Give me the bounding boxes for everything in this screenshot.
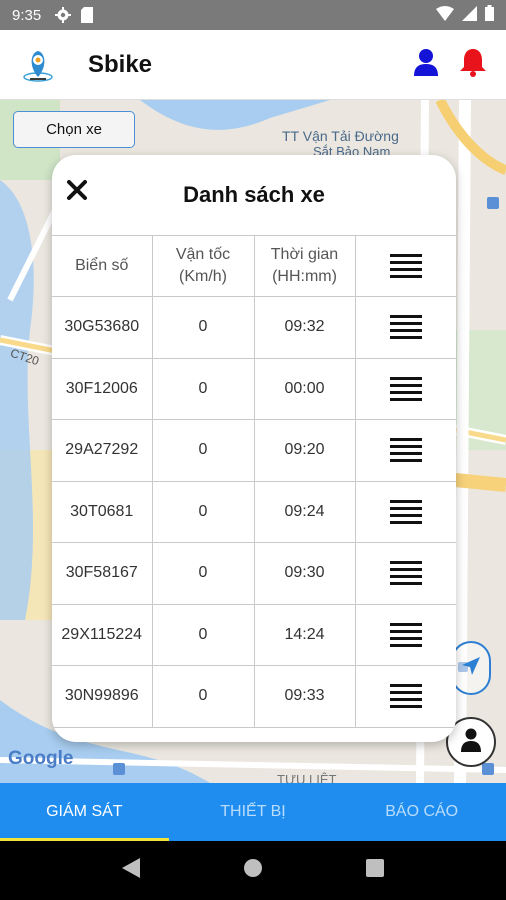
location-arrow-icon [460, 655, 482, 682]
status-time: 9:35 [12, 6, 42, 24]
cell-speed: 0 [151, 542, 255, 605]
header-speed-line2: (Km/h) [179, 268, 227, 285]
table-row[interactable]: 30N99896 0 09:33 [52, 665, 456, 728]
wifi-icon [436, 5, 454, 25]
cell-time: 09:20 [253, 419, 356, 482]
cell-speed: 0 [151, 665, 255, 728]
cell-menu[interactable] [354, 480, 456, 543]
recents-icon[interactable] [366, 859, 385, 882]
menu-icon[interactable] [389, 376, 422, 401]
cell-plate: 29X115224 [52, 603, 153, 666]
tab-devices[interactable]: THIẾT BỊ [169, 783, 338, 841]
menu-icon[interactable] [389, 622, 422, 647]
cell-time: 14:24 [253, 603, 356, 666]
cell-speed: 0 [151, 480, 255, 543]
table-row[interactable]: 30F12006 0 00:00 [52, 357, 456, 420]
bell-icon[interactable] [458, 47, 488, 82]
header-time: Thời gian (HH:mm) [253, 235, 356, 297]
user-icon[interactable] [414, 48, 438, 81]
cell-time: 09:30 [253, 542, 356, 605]
header-plate: Biển số [52, 235, 153, 297]
cell-speed: 0 [151, 419, 255, 482]
cell-menu[interactable] [354, 603, 456, 666]
cell-menu[interactable] [354, 665, 456, 728]
menu-icon[interactable] [389, 684, 422, 709]
cell-menu[interactable] [354, 296, 456, 359]
battery-icon [485, 5, 494, 25]
table-row[interactable]: 29X115224 0 14:24 [52, 603, 456, 666]
map-label: TT Vận Tải Đường [282, 128, 399, 144]
table-row[interactable]: 29A27292 0 09:20 [52, 419, 456, 482]
cell-plate: 30G53680 [52, 296, 153, 359]
map-label: TỰU LIỆT [277, 772, 337, 783]
cell-menu[interactable] [354, 357, 456, 420]
dialog-header: Danh sách xe [52, 155, 456, 235]
sd-card-icon [81, 7, 94, 23]
cell-time: 09:32 [253, 296, 356, 359]
dialog-title: Danh sách xe [183, 182, 325, 207]
person-icon [460, 728, 482, 757]
table-row[interactable]: 30F58167 0 09:30 [52, 542, 456, 605]
cell-plate: 30N99896 [52, 665, 153, 728]
table-header-row: Biển số Vận tốc (Km/h) Thời gian (HH:mm) [52, 235, 456, 297]
cell-plate: 30F58167 [52, 542, 153, 605]
cell-menu[interactable] [354, 542, 456, 605]
system-nav-bar [0, 841, 506, 900]
vehicle-table: Biển số Vận tốc (Km/h) Thời gian (HH:mm)… [52, 235, 456, 728]
header-time-line2: (HH:mm) [272, 268, 337, 285]
header-time-line1: Thời gian [270, 246, 339, 263]
settings-icon [55, 7, 72, 23]
header-speed: Vận tốc (Km/h) [151, 235, 255, 297]
tab-monitor[interactable]: GIÁM SÁT [0, 783, 169, 841]
menu-icon[interactable] [389, 499, 422, 524]
close-icon[interactable] [64, 177, 90, 203]
cell-menu[interactable] [354, 419, 456, 482]
app-title: Sbike [88, 50, 153, 78]
header-menu [354, 235, 456, 297]
location-button[interactable] [451, 641, 491, 695]
cell-time: 09:24 [253, 480, 356, 543]
home-icon[interactable] [243, 858, 263, 883]
menu-icon[interactable] [389, 315, 422, 340]
header-speed-line1: Vận tốc [175, 246, 231, 263]
app-logo [18, 45, 58, 85]
bottom-tab-bar: GIÁM SÁT THIẾT BỊ BÁO CÁO [0, 783, 506, 841]
menu-icon[interactable] [389, 438, 422, 463]
vehicle-list-dialog: Danh sách xe Biển số Vận tốc (Km/h) Thời… [52, 155, 456, 742]
app-bar: Sbike [0, 30, 506, 100]
cell-speed: 0 [151, 296, 255, 359]
table-row[interactable]: 30G53680 0 09:32 [52, 296, 456, 359]
cell-speed: 0 [151, 603, 255, 666]
menu-icon [389, 254, 422, 278]
cell-plate: 30T0681 [52, 480, 153, 543]
choose-vehicle-button[interactable]: Chọn xe [13, 111, 135, 148]
menu-icon[interactable] [389, 561, 422, 586]
google-attribution: Google [8, 748, 73, 770]
google-text: Google [8, 748, 74, 769]
cell-speed: 0 [151, 357, 255, 420]
cell-time: 09:33 [253, 665, 356, 728]
cell-time: 00:00 [253, 357, 356, 420]
tab-reports[interactable]: BÁO CÁO [337, 783, 506, 841]
back-icon[interactable] [121, 858, 140, 883]
signal-icon [462, 5, 477, 25]
table-row[interactable]: 30T0681 0 09:24 [52, 480, 456, 543]
status-bar: 9:35 [0, 0, 506, 30]
cell-plate: 30F12006 [52, 357, 153, 420]
cell-plate: 29A27292 [52, 419, 153, 482]
